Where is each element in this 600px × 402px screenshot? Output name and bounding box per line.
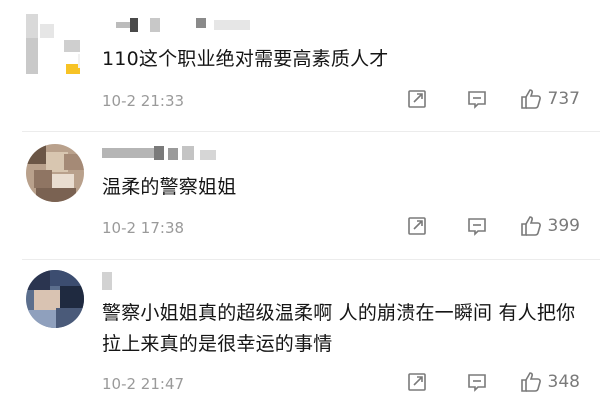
thumbs-up-icon bbox=[520, 215, 542, 237]
share-icon[interactable] bbox=[406, 88, 428, 110]
comment-timestamp: 10-2 17:38 bbox=[102, 219, 185, 237]
comment-text: 温柔的警察姐姐 bbox=[102, 176, 237, 198]
thumbs-up-icon bbox=[520, 371, 542, 393]
comment-text: 警察小姐姐真的超级温柔啊 人的崩溃在一瞬间 有人把你拉上来真的是很幸运的事情 bbox=[102, 302, 576, 355]
comment-actions: 348 bbox=[406, 371, 580, 393]
comment-text: 110这个职业绝对需要高素质人才 bbox=[102, 48, 389, 70]
reply-icon[interactable] bbox=[466, 371, 488, 393]
share-icon[interactable] bbox=[406, 371, 428, 393]
comment-timestamp: 10-2 21:47 bbox=[102, 375, 185, 393]
like-count: 348 bbox=[547, 372, 580, 392]
username-blurred[interactable] bbox=[102, 146, 302, 166]
comment-timestamp: 10-2 21:33 bbox=[102, 92, 185, 110]
comment-item-3: 警察小姐姐真的超级温柔啊 人的崩溃在一瞬间 有人把你拉上来真的是很幸运的事情 1… bbox=[0, 260, 600, 402]
avatar[interactable] bbox=[26, 270, 84, 328]
username-blurred[interactable] bbox=[102, 18, 262, 38]
like-button[interactable]: 737 bbox=[520, 88, 580, 110]
avatar[interactable] bbox=[26, 14, 80, 74]
like-button[interactable]: 348 bbox=[520, 371, 580, 393]
comment-item-1: 110这个职业绝对需要高素质人才 10-2 21:33 737 bbox=[0, 0, 600, 130]
username-blurred[interactable] bbox=[102, 270, 162, 290]
reply-icon[interactable] bbox=[466, 88, 488, 110]
comment-actions: 399 bbox=[406, 215, 580, 237]
comment-item-2: 温柔的警察姐姐 10-2 17:38 399 bbox=[0, 132, 600, 260]
thumbs-up-icon bbox=[520, 88, 542, 110]
comment-actions: 737 bbox=[406, 88, 580, 110]
like-count: 399 bbox=[547, 216, 580, 236]
share-icon[interactable] bbox=[406, 215, 428, 237]
like-button[interactable]: 399 bbox=[520, 215, 580, 237]
like-count: 737 bbox=[547, 89, 580, 109]
avatar[interactable] bbox=[26, 144, 84, 202]
reply-icon[interactable] bbox=[466, 215, 488, 237]
